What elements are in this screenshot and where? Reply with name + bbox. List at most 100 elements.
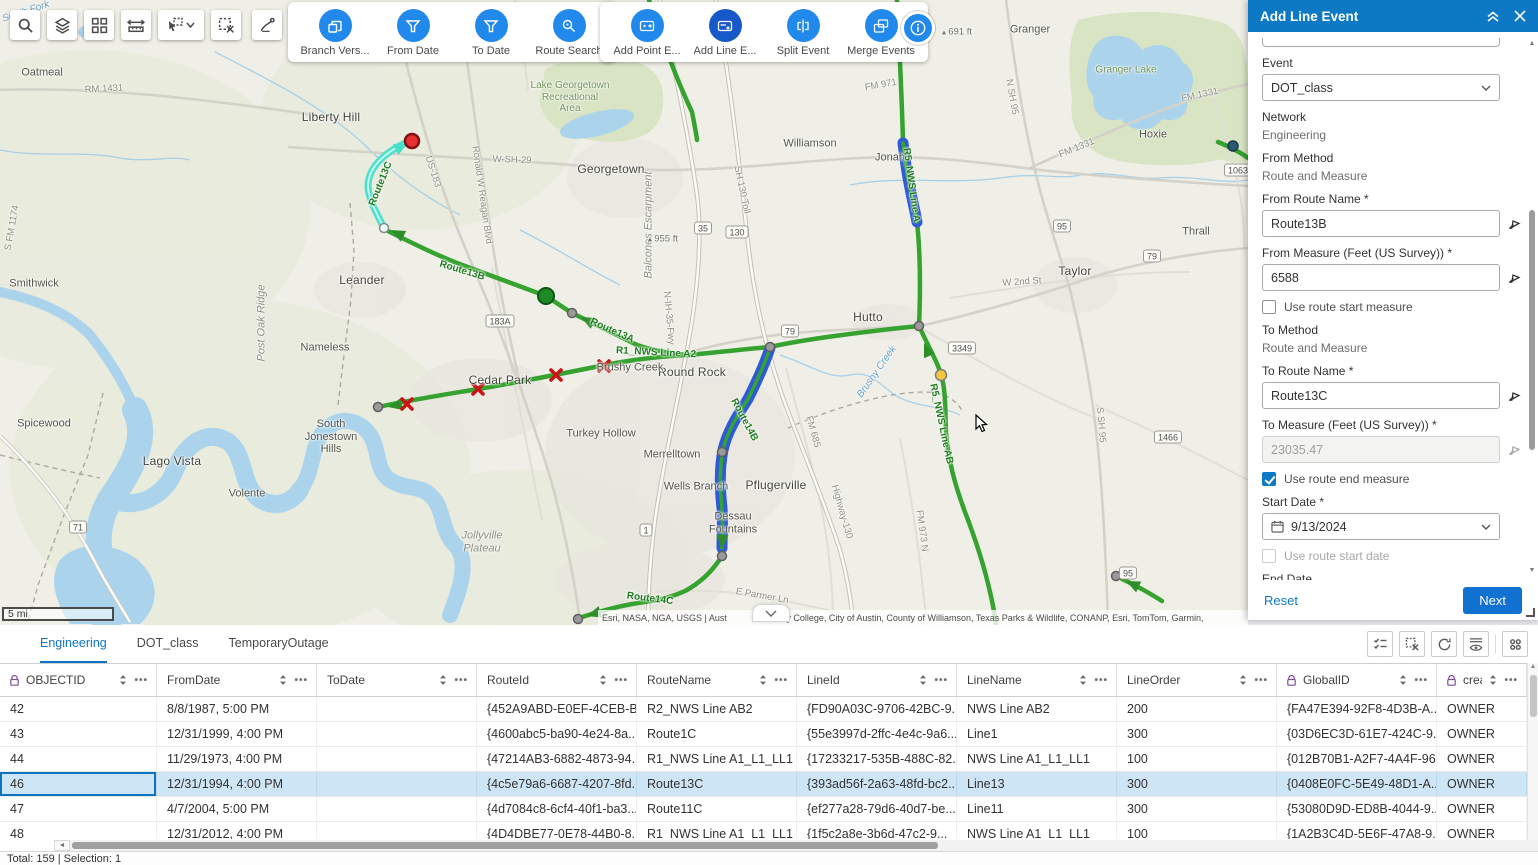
table-cell[interactable]: {FA47E394-92F8-4D3B-A... (1277, 697, 1437, 721)
table-cell[interactable] (317, 822, 477, 839)
table-cell[interactable]: NWS Line AB2 (957, 697, 1117, 721)
table-cell[interactable]: 46 (0, 772, 157, 796)
column-header-objectid[interactable]: OBJECTID••• (0, 664, 157, 696)
clear-selection-icon[interactable] (211, 10, 241, 40)
table-vertical-scrollbar[interactable]: ▲ (1527, 663, 1538, 840)
tab-temporary-outage[interactable]: TemporaryOutage (229, 625, 329, 663)
close-icon[interactable] (1514, 10, 1526, 22)
select-tool-icon[interactable] (158, 10, 204, 40)
sort-icon[interactable] (1489, 674, 1497, 686)
table-cell[interactable]: 48 (0, 822, 157, 839)
column-menu-icon[interactable]: ••• (1254, 675, 1268, 686)
column-header-todate[interactable]: ToDate••• (317, 664, 477, 696)
column-menu-icon[interactable]: ••• (134, 675, 148, 686)
column-header-create[interactable]: create••• (1437, 664, 1527, 696)
column-header-lineid[interactable]: LineId••• (797, 664, 957, 696)
table-cell[interactable]: OWNER (1437, 697, 1527, 721)
toggle-attribute-table-button[interactable] (752, 604, 790, 622)
table-cell[interactable]: 44 (0, 747, 157, 771)
table-cell[interactable]: R1_NWS Line A1_L1_LL1 (637, 747, 797, 771)
column-menu-icon[interactable]: ••• (614, 675, 628, 686)
map-view[interactable]: OatmealLiberty HillSmithwickNamelessSpic… (0, 0, 1248, 625)
table-cell[interactable]: 300 (1117, 772, 1277, 796)
table-cell[interactable]: 100 (1117, 747, 1277, 771)
next-button[interactable]: Next (1463, 587, 1522, 614)
table-row[interactable]: 474/7/2004, 5:00 PM{4d7084c8-6cf4-40f1-b… (0, 797, 1527, 822)
use-route-end-measure-checkbox[interactable]: Use route end measure (1262, 472, 1524, 486)
scrollbar-thumb[interactable] (72, 842, 938, 849)
from-date-button[interactable]: From Date (380, 9, 446, 57)
table-cell[interactable]: OWNER (1437, 722, 1527, 746)
sort-icon[interactable] (599, 674, 607, 686)
table-cell[interactable] (317, 722, 477, 746)
table-cell[interactable]: 100 (1117, 822, 1277, 839)
column-header-lineorder[interactable]: LineOrder••• (1117, 664, 1277, 696)
collapse-panel-icon[interactable] (1486, 10, 1500, 23)
table-cell[interactable]: {53080D9D-ED8B-4044-9... (1277, 797, 1437, 821)
sort-icon[interactable] (279, 674, 287, 686)
table-cell[interactable]: 200 (1117, 697, 1277, 721)
column-header-linename[interactable]: LineName••• (957, 664, 1117, 696)
add-line-event-button[interactable]: Add Line E... (692, 9, 758, 57)
table-cell[interactable]: R2_NWS Line AB2 (637, 697, 797, 721)
table-cell[interactable]: {ef277a28-79d6-40d7-be... (797, 797, 957, 821)
table-cell[interactable]: {47214AB3-6882-4873-94... (477, 747, 637, 771)
column-menu-icon[interactable]: ••• (1094, 675, 1108, 686)
table-row[interactable]: 4812/31/2012, 4:00 PM{4D4DBE77-0E78-44B0… (0, 822, 1527, 839)
table-row[interactable]: 4612/31/1994, 4:00 PM{4c5e79a6-6687-4207… (0, 772, 1527, 797)
search-icon[interactable] (10, 10, 40, 40)
add-point-event-button[interactable]: Add Point E... (614, 9, 680, 57)
scrollbar-thumb[interactable] (1530, 675, 1537, 717)
table-cell[interactable]: {0408E0FC-5E49-48D1-A... (1277, 772, 1437, 796)
table-cell[interactable]: Line1 (957, 722, 1117, 746)
column-header-routeid[interactable]: RouteId••• (477, 664, 637, 696)
table-cell[interactable]: 8/8/1987, 5:00 PM (157, 697, 317, 721)
table-cell[interactable] (317, 697, 477, 721)
table-cell[interactable]: {03D6EC3D-61E7-424C-9... (1277, 722, 1437, 746)
column-visibility-icon[interactable] (1463, 631, 1489, 657)
table-cell[interactable]: 11/29/1973, 4:00 PM (157, 747, 317, 771)
sort-icon[interactable] (1399, 674, 1407, 686)
sort-icon[interactable] (119, 674, 127, 686)
table-cell[interactable]: {55e3997d-2ffc-4e4c-9a6... (797, 722, 957, 746)
column-menu-icon[interactable]: ••• (934, 675, 948, 686)
table-cell[interactable]: 42 (0, 697, 157, 721)
map-picker-icon[interactable] (1507, 270, 1524, 285)
reset-button[interactable]: Reset (1264, 593, 1298, 608)
table-cell[interactable]: 12/31/2012, 4:00 PM (157, 822, 317, 839)
basemap-gallery-icon[interactable] (84, 10, 114, 40)
column-menu-icon[interactable]: ••• (774, 675, 788, 686)
table-cell[interactable]: NWS Line A1_L1_LL1 (957, 747, 1117, 771)
start-date-input[interactable]: 9/13/2024 (1262, 513, 1500, 540)
column-menu-icon[interactable]: ••• (454, 675, 468, 686)
table-cell[interactable] (317, 747, 477, 771)
table-cell[interactable]: 300 (1117, 797, 1277, 821)
trace-tool-icon[interactable] (252, 10, 282, 40)
map-picker-icon[interactable] (1507, 216, 1524, 231)
table-cell[interactable]: OWNER (1437, 797, 1527, 821)
table-cell[interactable]: OWNER (1437, 772, 1527, 796)
column-header-routename[interactable]: RouteName••• (637, 664, 797, 696)
column-menu-icon[interactable]: ••• (1504, 675, 1518, 686)
table-cell[interactable]: {1f5c2a8e-3b6d-47c2-9... (797, 822, 957, 839)
scroll-down-arrow[interactable]: ▼ (1528, 567, 1536, 574)
table-cell[interactable]: {17233217-535B-488C-82... (797, 747, 957, 771)
sort-icon[interactable] (439, 674, 447, 686)
table-cell[interactable]: 43 (0, 722, 157, 746)
table-cell[interactable]: {4d7084c8-6cf4-40f1-ba3... (477, 797, 637, 821)
route-search-button[interactable]: Route Search (536, 9, 602, 57)
to-route-name-input[interactable]: Route13C (1262, 382, 1500, 409)
info-icon[interactable] (901, 11, 935, 45)
table-horizontal-scrollbar[interactable]: ◄ (0, 840, 1538, 851)
column-menu-icon[interactable]: ••• (294, 675, 308, 686)
from-route-name-input[interactable]: Route13B (1262, 210, 1500, 237)
table-cell[interactable]: Line11 (957, 797, 1117, 821)
table-row[interactable]: 4411/29/1973, 4:00 PM {47214AB3-6882-4873… (0, 747, 1527, 772)
sort-icon[interactable] (1079, 674, 1087, 686)
event-select[interactable]: DOT_class (1262, 74, 1500, 101)
scroll-left-arrow[interactable]: ◄ (54, 840, 70, 851)
table-row[interactable]: 428/8/1987, 5:00 PM {452A9ABD-E0EF-4CEB-B… (0, 697, 1527, 722)
tab-dot-class[interactable]: DOT_class (137, 625, 199, 663)
column-header-fromdate[interactable]: FromDate••• (157, 664, 317, 696)
table-cell[interactable]: {452A9ABD-E0EF-4CEB-B... (477, 697, 637, 721)
